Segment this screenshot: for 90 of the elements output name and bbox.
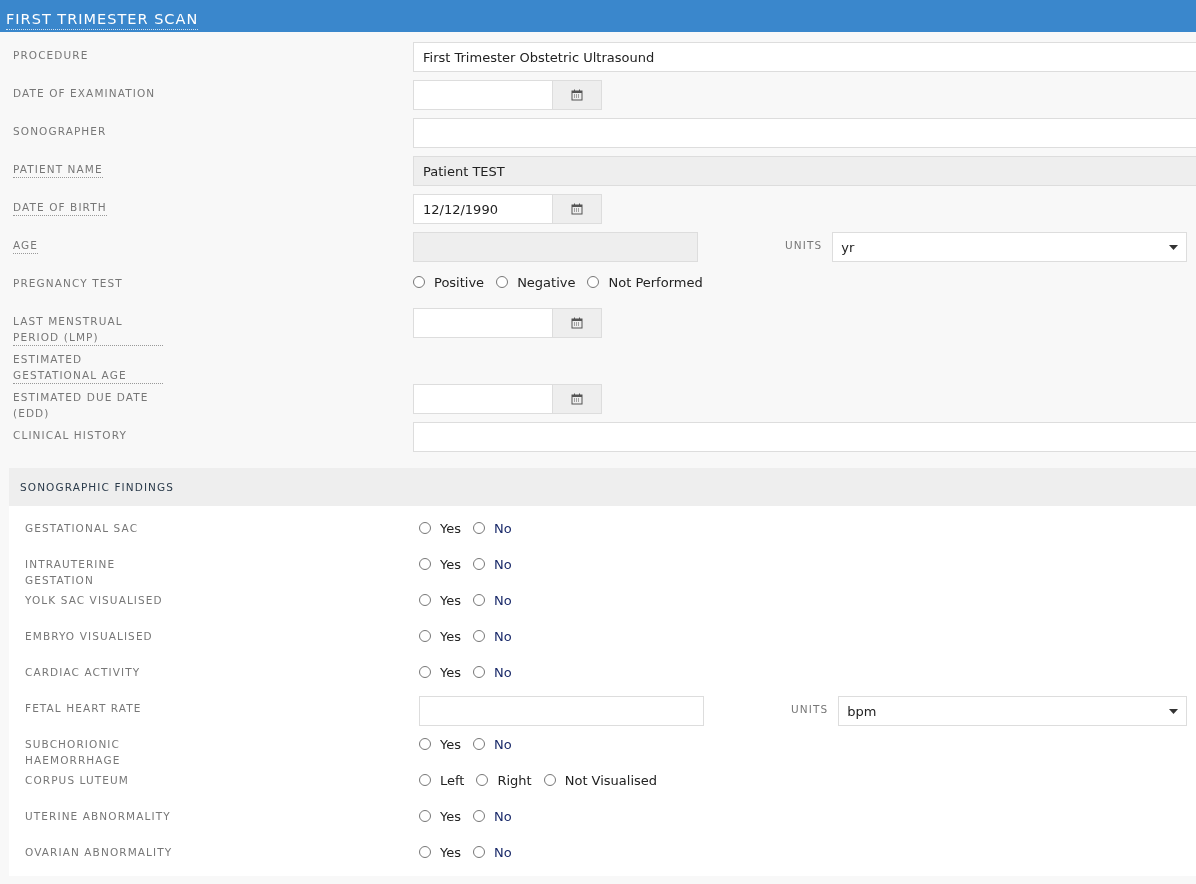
calendar-button[interactable] [553, 384, 602, 414]
radio-button[interactable] [496, 276, 509, 288]
radio-label: Yes [440, 664, 461, 680]
text-field[interactable] [413, 422, 1196, 452]
radio-label: Yes [440, 556, 461, 572]
field-label: YOLK SAC VISUALISED [25, 593, 163, 608]
field-label: INTRAUTERINE GESTATION [25, 557, 117, 588]
field-label: DATE OF EXAMINATION [13, 86, 156, 101]
field-label: CORPUS LUTEUM [25, 773, 130, 788]
radio-label: Right [497, 772, 532, 788]
field-label: GESTATIONAL SAC [25, 521, 139, 536]
date-field[interactable] [413, 384, 553, 414]
field-label: OVARIAN ABNORMALITY [25, 845, 173, 860]
text-field[interactable]: First Trimester Obstetric Ultrasound [413, 42, 1196, 72]
radio-label: Yes [440, 592, 461, 608]
radio-label: Yes [440, 808, 461, 824]
radio-button[interactable] [413, 276, 425, 288]
units-label: UNITS [785, 239, 823, 251]
radio-button[interactable] [419, 738, 431, 750]
calendar-button[interactable] [553, 194, 602, 224]
radio-button[interactable] [419, 774, 431, 786]
field-label: ESTIMATED DUE DATE (EDD) [13, 390, 150, 421]
radio-label: No [494, 628, 512, 644]
radio-label: No [494, 520, 512, 536]
calendar-icon [571, 317, 583, 329]
field-label: PROCEDURE [13, 48, 89, 63]
radio-label: Not Performed [608, 274, 703, 290]
radio-label: No [494, 808, 512, 824]
radio-button[interactable] [476, 774, 489, 786]
radio-label: Yes [440, 520, 461, 536]
radio-button[interactable] [473, 522, 485, 534]
units-label: UNITS [791, 703, 829, 715]
radio-label: No [494, 664, 512, 680]
caret-icon [1169, 244, 1179, 250]
text-field[interactable] [413, 118, 1196, 148]
radio-button[interactable] [419, 630, 431, 642]
radio-button[interactable] [419, 522, 431, 534]
radio-button[interactable] [473, 738, 485, 750]
field-label: PATIENT NAME [13, 161, 103, 178]
radio-label: No [494, 592, 512, 608]
text-field[interactable] [419, 696, 704, 726]
calendar-icon [571, 89, 583, 101]
radio-button[interactable] [543, 774, 556, 786]
radio-button[interactable] [419, 594, 431, 606]
calendar-button[interactable] [553, 80, 602, 110]
page-title: FIRST TRIMESTER SCAN [6, 5, 199, 30]
radio-button[interactable] [473, 846, 485, 858]
radio-button[interactable] [587, 276, 600, 288]
field-label: SUBCHORIONIC HAEMORRHAGE [25, 737, 122, 768]
section-title: SONOGRAPHIC FINDINGS [20, 481, 175, 493]
field-label: LAST MENSTRUAL PERIOD (LMP) [13, 313, 163, 346]
calendar-button[interactable] [553, 308, 602, 338]
radio-button[interactable] [473, 630, 485, 642]
radio-button[interactable] [473, 558, 485, 570]
radio-button[interactable] [473, 594, 485, 606]
radio-label: Positive [434, 274, 485, 290]
calendar-icon [571, 203, 583, 215]
date-field[interactable] [413, 308, 553, 338]
field-label: FETAL HEART RATE [25, 701, 142, 716]
field-label: CARDIAC ACTIVITY [25, 665, 141, 680]
radio-button[interactable] [419, 810, 431, 822]
radio-button[interactable] [419, 846, 431, 858]
date-field[interactable] [413, 80, 553, 110]
radio-label: Yes [440, 844, 461, 860]
radio-button[interactable] [419, 666, 431, 678]
field-label: UTERINE ABNORMALITY [25, 809, 171, 824]
radio-label: Yes [440, 736, 461, 752]
radio-label: No [494, 736, 512, 752]
radio-label: Not Visualised [564, 772, 658, 788]
field-label: CLINICAL HISTORY [13, 428, 127, 443]
radio-label: Yes [440, 628, 461, 644]
date-field[interactable]: 12/12/1990 [413, 194, 553, 224]
field-label: EMBRYO VISUALISED [25, 629, 153, 644]
radio-label: Negative [517, 274, 576, 290]
radio-label: No [494, 556, 512, 572]
field-label: AGE [13, 237, 39, 254]
radio-button[interactable] [473, 666, 485, 678]
radio-button[interactable] [473, 810, 485, 822]
calendar-icon [571, 393, 583, 405]
units-select[interactable]: bpm [838, 696, 1188, 726]
radio-label: No [494, 844, 512, 860]
text-field[interactable] [413, 232, 698, 262]
radio-label: Left [440, 772, 465, 788]
field-label: SONOGRAPHER [13, 124, 107, 139]
radio-button[interactable] [419, 558, 431, 570]
field-label: ESTIMATED GESTATIONAL AGE [13, 351, 163, 384]
caret-icon [1169, 708, 1179, 714]
field-label: PREGNANCY TEST [13, 276, 123, 291]
units-select[interactable]: yr [832, 232, 1188, 262]
field-label: DATE OF BIRTH [13, 199, 107, 216]
